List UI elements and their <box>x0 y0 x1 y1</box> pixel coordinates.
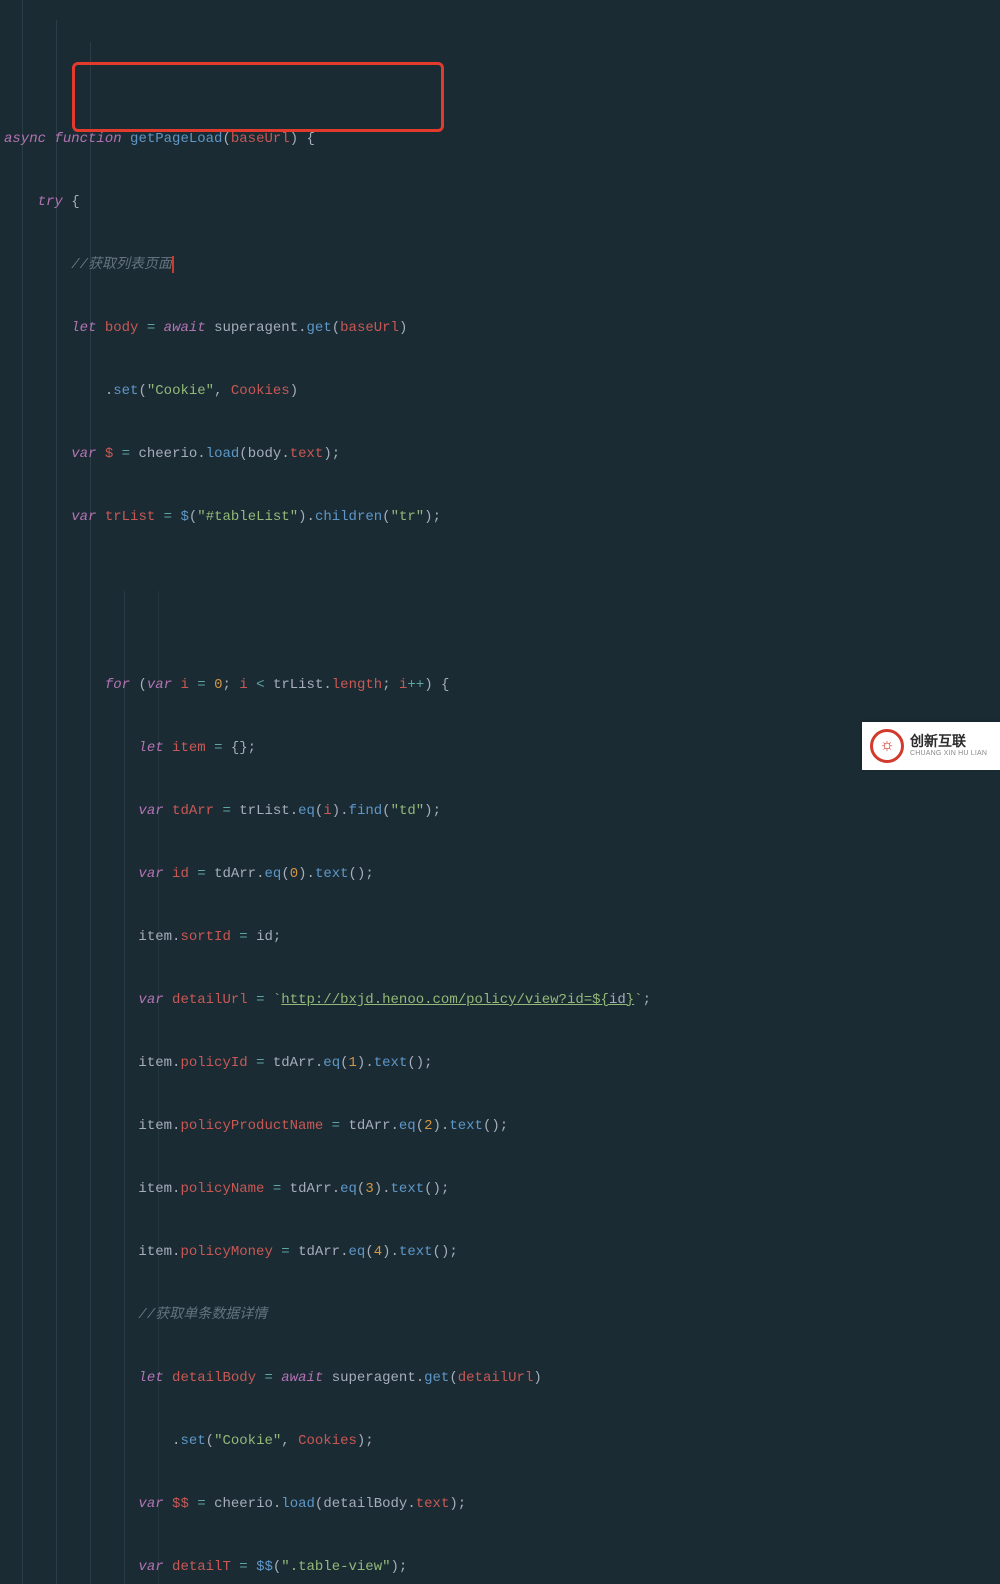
code-line[interactable]: item.sortId = id; <box>0 927 1000 948</box>
logo-en-text: CHUANG XIN HU LIAN <box>910 750 987 758</box>
code-line[interactable]: for (var i = 0; i < trList.length; i++) … <box>0 675 1000 696</box>
code-line[interactable]: item.policyProductName = tdArr.eq(2).tex… <box>0 1116 1000 1137</box>
code-line[interactable]: var trList = $("#tableList").children("t… <box>0 507 1000 528</box>
code-line[interactable]: var $$ = cheerio.load(detailBody.text); <box>0 1494 1000 1515</box>
code-line[interactable]: //获取单条数据详情 <box>0 1305 1000 1326</box>
code-line[interactable]: let item = {}; <box>0 738 1000 759</box>
code-line[interactable]: let detailBody = await superagent.get(de… <box>0 1368 1000 1389</box>
code-line[interactable]: try { <box>0 192 1000 213</box>
code-line[interactable]: var $ = cheerio.load(body.text); <box>0 444 1000 465</box>
code-line[interactable]: item.policyName = tdArr.eq(3).text(); <box>0 1179 1000 1200</box>
code-line[interactable]: var id = tdArr.eq(0).text(); <box>0 864 1000 885</box>
code-line[interactable]: item.policyId = tdArr.eq(1).text(); <box>0 1053 1000 1074</box>
code-line[interactable]: item.policyMoney = tdArr.eq(4).text(); <box>0 1242 1000 1263</box>
code-editor[interactable]: async function getPageLoad(baseUrl) { tr… <box>0 0 1000 1584</box>
code-line[interactable]: var detailUrl = `http://bxjd.henoo.com/p… <box>0 990 1000 1011</box>
code-line[interactable]: var tdArr = trList.eq(i).find("td"); <box>0 801 1000 822</box>
logo-cn-text: 创新互联 <box>910 734 987 749</box>
logo-icon: ☼ <box>870 729 904 763</box>
code-line[interactable]: var detailT = $$(".table-view"); <box>0 1557 1000 1578</box>
code-line[interactable]: //获取列表页面 <box>0 255 1000 276</box>
code-line[interactable]: .set("Cookie", Cookies); <box>0 1431 1000 1452</box>
code-line[interactable]: let body = await superagent.get(baseUrl) <box>0 318 1000 339</box>
cursor-icon <box>172 256 174 273</box>
code-line[interactable]: async function getPageLoad(baseUrl) { <box>0 129 1000 150</box>
watermark-logo: ☼ 创新互联 CHUANG XIN HU LIAN <box>862 722 1000 770</box>
highlight-box <box>72 62 444 132</box>
code-line[interactable]: .set("Cookie", Cookies) <box>0 381 1000 402</box>
